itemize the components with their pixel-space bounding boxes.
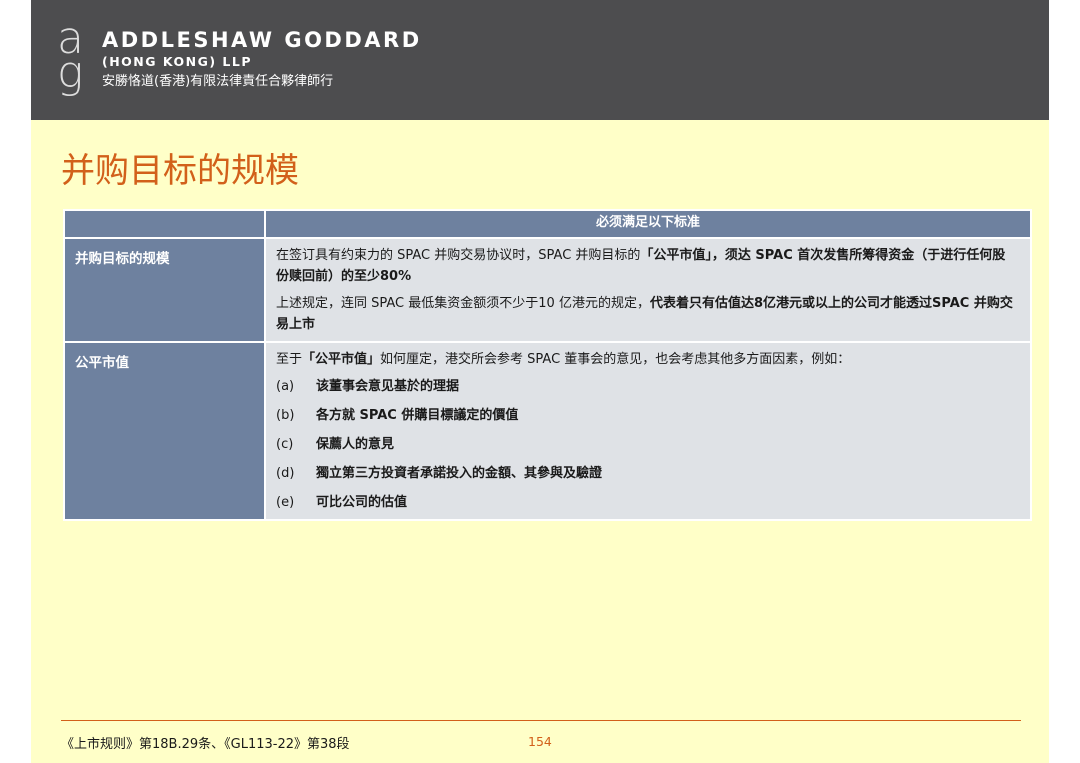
intro-bold: 「公平市值」 bbox=[302, 352, 381, 367]
list-item: (b) 各方就 SPAC 併購目標議定的價值 bbox=[276, 405, 1018, 426]
footer-divider bbox=[61, 720, 1021, 721]
rule-paragraph-2: 上述规定，连同 SPAC 最低集资金额须不少于10 亿港元的规定，代表着只有估值… bbox=[276, 293, 1018, 335]
fmv-intro: 至于「公平市值」如何厘定，港交所会参考 SPAC 董事会的意见，也会考虑其他多方… bbox=[276, 349, 1018, 370]
header-bar: a g ADDLESHAW GODDARD (HONG KONG) LLP 安勝… bbox=[31, 0, 1049, 120]
list-item-letter: (b) bbox=[276, 408, 295, 423]
logo-letter-g: g bbox=[57, 47, 84, 98]
list-item-letter: (c) bbox=[276, 437, 294, 452]
row-content-fair-market-value: 至于「公平市值」如何厘定，港交所会参考 SPAC 董事会的意见，也会考虑其他多方… bbox=[264, 341, 1032, 521]
firm-chinese-name: 安勝恪道(香港)有限法律責任合夥律師行 bbox=[102, 74, 334, 89]
list-item-text: 獨立第三方投資者承諾投入的金額、其參與及驗證 bbox=[316, 466, 603, 481]
firm-subtitle: (HONG KONG) LLP bbox=[102, 54, 253, 69]
list-item: (a) 该董事会意见基於的理据 bbox=[276, 376, 1018, 397]
list-item-text: 各方就 SPAC 併購目標議定的價值 bbox=[316, 408, 519, 423]
table-row: 公平市值 至于「公平市值」如何厘定，港交所会参考 SPAC 董事会的意见，也会考… bbox=[63, 341, 1032, 521]
firm-name: ADDLESHAW GODDARD bbox=[102, 28, 422, 52]
intro-pre: 至于 bbox=[276, 352, 303, 367]
rule-paragraph-1: 在签订具有约束力的 SPAC 并购交易协议时，SPAC 并购目标的「公平市值」，… bbox=[276, 245, 1018, 287]
footer-reference: 《上市规则》第18B.29条、《GL113-22》第38段 bbox=[61, 737, 350, 752]
paragraph-text: 在签订具有约束力的 SPAC 并购交易协议时，SPAC 并购目标的 bbox=[276, 248, 641, 263]
list-item: (c) 保薦人的意見 bbox=[276, 434, 1018, 455]
paragraph-text: 上述规定，连同 SPAC 最低集资金额须不少于10 亿港元的规定， bbox=[276, 296, 650, 311]
firm-logo-icon: a g bbox=[57, 17, 87, 98]
slide: a g ADDLESHAW GODDARD (HONG KONG) LLP 安勝… bbox=[31, 0, 1049, 763]
row-label-fair-market-value: 公平市值 bbox=[63, 341, 266, 521]
page-number: 154 bbox=[528, 734, 552, 749]
table-header-empty bbox=[63, 209, 266, 239]
table-header-row: 必须满足以下标准 bbox=[63, 209, 1032, 239]
list-item-letter: (a) bbox=[276, 379, 295, 394]
criteria-table: 必须满足以下标准 并购目标的规模 在签订具有约束力的 SPAC 并购交易协议时，… bbox=[63, 209, 1032, 521]
table-row: 并购目标的规模 在签订具有约束力的 SPAC 并购交易协议时，SPAC 并购目标… bbox=[63, 237, 1032, 343]
table-header-criteria: 必须满足以下标准 bbox=[264, 209, 1032, 239]
list-item-text: 保薦人的意見 bbox=[316, 437, 395, 452]
intro-post: 如何厘定，港交所会参考 SPAC 董事会的意见，也会考虑其他多方面因素，例如： bbox=[380, 352, 851, 367]
row-label-target-size: 并购目标的规模 bbox=[63, 237, 266, 343]
list-item-text: 该董事会意见基於的理据 bbox=[316, 379, 460, 394]
row-content-target-size: 在签订具有约束力的 SPAC 并购交易协议时，SPAC 并购目标的「公平市值」，… bbox=[264, 237, 1032, 343]
page-title: 并购目标的规模 bbox=[61, 151, 299, 191]
list-item: (e) 可比公司的估值 bbox=[276, 492, 1018, 513]
list-item-text: 可比公司的估值 bbox=[316, 495, 408, 510]
list-item-letter: (d) bbox=[276, 466, 295, 481]
list-item: (d) 獨立第三方投資者承諾投入的金額、其參與及驗證 bbox=[276, 463, 1018, 484]
list-item-letter: (e) bbox=[276, 495, 295, 510]
